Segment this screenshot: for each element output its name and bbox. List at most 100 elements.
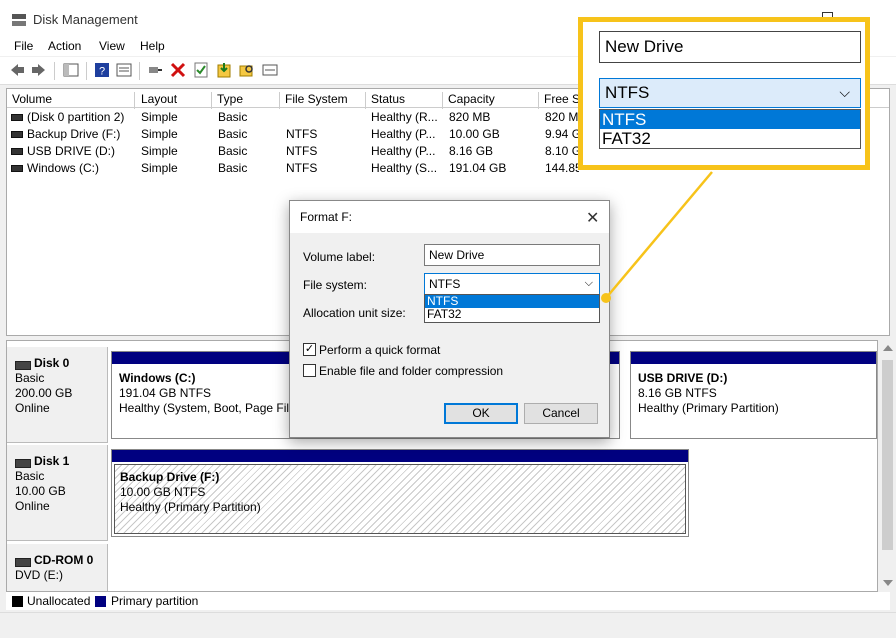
cell-capacity: 191.04 GB (449, 161, 507, 175)
legend-primary-partition: Primary partition (111, 594, 199, 608)
option-fat32[interactable]: FAT32 (425, 308, 599, 321)
compression-checkbox[interactable] (303, 364, 316, 377)
window-title: Disk Management (33, 12, 138, 27)
cell-layout: Simple (141, 110, 178, 124)
disk-type: Basic (15, 469, 45, 483)
column-header-file-system[interactable]: File System (280, 92, 366, 109)
search-folder-icon[interactable] (239, 62, 255, 78)
disk-map-scrollbar[interactable] (879, 340, 896, 592)
menu-help[interactable]: Help (140, 39, 165, 53)
drive-icon (11, 131, 23, 138)
scroll-thumb[interactable] (882, 360, 893, 550)
cell-status: Healthy (R... (371, 110, 438, 124)
compression-label: Enable file and folder compression (319, 364, 504, 378)
volume-label-input[interactable]: New Drive (424, 244, 600, 266)
partition-size: 10.00 GB NTFS (120, 485, 206, 499)
cancel-button[interactable]: Cancel (524, 403, 598, 424)
disk-name: Disk 1 (15, 454, 107, 469)
file-system-value: NTFS (429, 277, 461, 291)
scroll-down-icon[interactable] (883, 580, 893, 586)
file-system-label: File system: (303, 278, 368, 292)
delete-icon[interactable] (170, 62, 186, 78)
column-header-capacity[interactable]: Capacity (443, 92, 539, 109)
column-header-volume[interactable]: Volume (7, 92, 135, 109)
callout-option-ntfs: NTFS (600, 110, 860, 129)
partition-name: USB DRIVE (D:) (638, 371, 728, 385)
cell-free-space: 144.85 GB (545, 161, 579, 175)
cell-free-space: 8.10 GB (545, 144, 579, 158)
file-system-select[interactable]: NTFS ⌵ (424, 273, 600, 295)
format-dialog: Format F: ✕ Volume label: New Drive File… (289, 200, 610, 438)
file-system-dropdown: NTFS FAT32 (424, 294, 600, 323)
svg-text:?: ? (99, 66, 105, 78)
disk-0-label[interactable]: Disk 0 Basic 200.00 GB Online (7, 347, 108, 443)
cell-type: Basic (218, 110, 248, 124)
legend-unallocated: Unallocated (27, 594, 91, 608)
checklist-icon[interactable] (193, 62, 209, 78)
callout-option-fat32: FAT32 (602, 129, 651, 148)
cell-type: Basic (218, 127, 248, 141)
back-arrow-icon[interactable] (9, 62, 25, 78)
quick-format-checkbox[interactable]: ✓ (303, 343, 316, 356)
drive-icon (11, 148, 23, 155)
disk-name: CD-ROM 0 (15, 553, 107, 568)
primary-partition-bar (112, 450, 688, 462)
disk-size: 200.00 GB (15, 386, 73, 400)
status-bar (0, 612, 896, 638)
chevron-down-icon: ⌵ (584, 277, 593, 289)
cell-volume: USB DRIVE (D:) (27, 144, 116, 158)
menu-file[interactable]: File (14, 39, 33, 53)
chevron-down-icon: ⌵ (839, 84, 850, 100)
cell-file-system: NTFS (286, 127, 318, 141)
console-tree-icon[interactable] (63, 62, 79, 78)
import-icon[interactable] (216, 62, 232, 78)
primary-partition-bar (631, 352, 876, 364)
list-view-icon[interactable] (262, 62, 278, 78)
column-header-status[interactable]: Status (366, 92, 443, 109)
partition-usb-drive-d[interactable]: USB DRIVE (D:) 8.16 GB NTFS Healthy (Pri… (630, 351, 877, 439)
menu-action[interactable]: Action (48, 39, 81, 53)
quick-format-label: Perform a quick format (319, 343, 441, 357)
cell-volume: (Disk 0 partition 2) (27, 110, 125, 124)
help-icon[interactable]: ? (94, 62, 110, 78)
column-header-type[interactable]: Type (212, 92, 280, 109)
ok-button[interactable]: OK (444, 403, 518, 424)
cell-free-space: 820 MB (545, 110, 579, 124)
disk-type: DVD (E:) (15, 568, 63, 582)
menu-view[interactable]: View (99, 39, 125, 53)
callout-volume-label: New Drive (599, 31, 861, 63)
disk-status: Online (15, 401, 50, 415)
disk-name: Disk 0 (15, 356, 107, 371)
cell-layout: Simple (141, 161, 178, 175)
disk-1-label[interactable]: Disk 1 Basic 10.00 GB Online (7, 445, 108, 541)
dialog-title: Format F: (300, 210, 353, 224)
cell-capacity: 10.00 GB (449, 127, 500, 141)
properties-icon[interactable] (116, 62, 132, 78)
cell-layout: Simple (141, 127, 178, 141)
primary-partition-swatch (95, 596, 106, 607)
callout-dropdown: NTFS FAT32 (599, 109, 861, 149)
disk-management-icon (12, 14, 26, 26)
column-header-layout[interactable]: Layout (136, 92, 212, 109)
partition-size: 8.16 GB NTFS (638, 386, 717, 400)
partition-status: Healthy (Primary Partition) (120, 500, 261, 514)
volume-label-label: Volume label: (303, 250, 376, 264)
allocation-unit-label: Allocation unit size: (303, 306, 406, 320)
cell-status: Healthy (S... (371, 161, 438, 175)
column-header-free-space[interactable]: Free Sp (539, 92, 579, 109)
callout-file-system-select: NTFS ⌵ (599, 78, 861, 108)
close-icon[interactable]: ✕ (586, 208, 599, 228)
disk-type: Basic (15, 371, 45, 385)
disk-size: 10.00 GB (15, 484, 66, 498)
cell-free-space: 9.94 GB (545, 127, 579, 141)
scroll-up-icon[interactable] (883, 345, 893, 351)
forward-arrow-icon[interactable] (31, 62, 47, 78)
cdrom-0-label[interactable]: CD-ROM 0 DVD (E:) (7, 544, 108, 591)
partition-backup-drive-f[interactable]: Backup Drive (F:) 10.00 GB NTFS Healthy … (111, 449, 689, 537)
cell-status: Healthy (P... (371, 127, 436, 141)
drive-icon (11, 165, 23, 172)
cell-capacity: 8.16 GB (449, 144, 494, 158)
disk-status: Online (15, 499, 50, 513)
connect-icon[interactable] (147, 62, 163, 78)
zoom-callout: New Drive NTFS ⌵ NTFS FAT32 (578, 17, 870, 170)
